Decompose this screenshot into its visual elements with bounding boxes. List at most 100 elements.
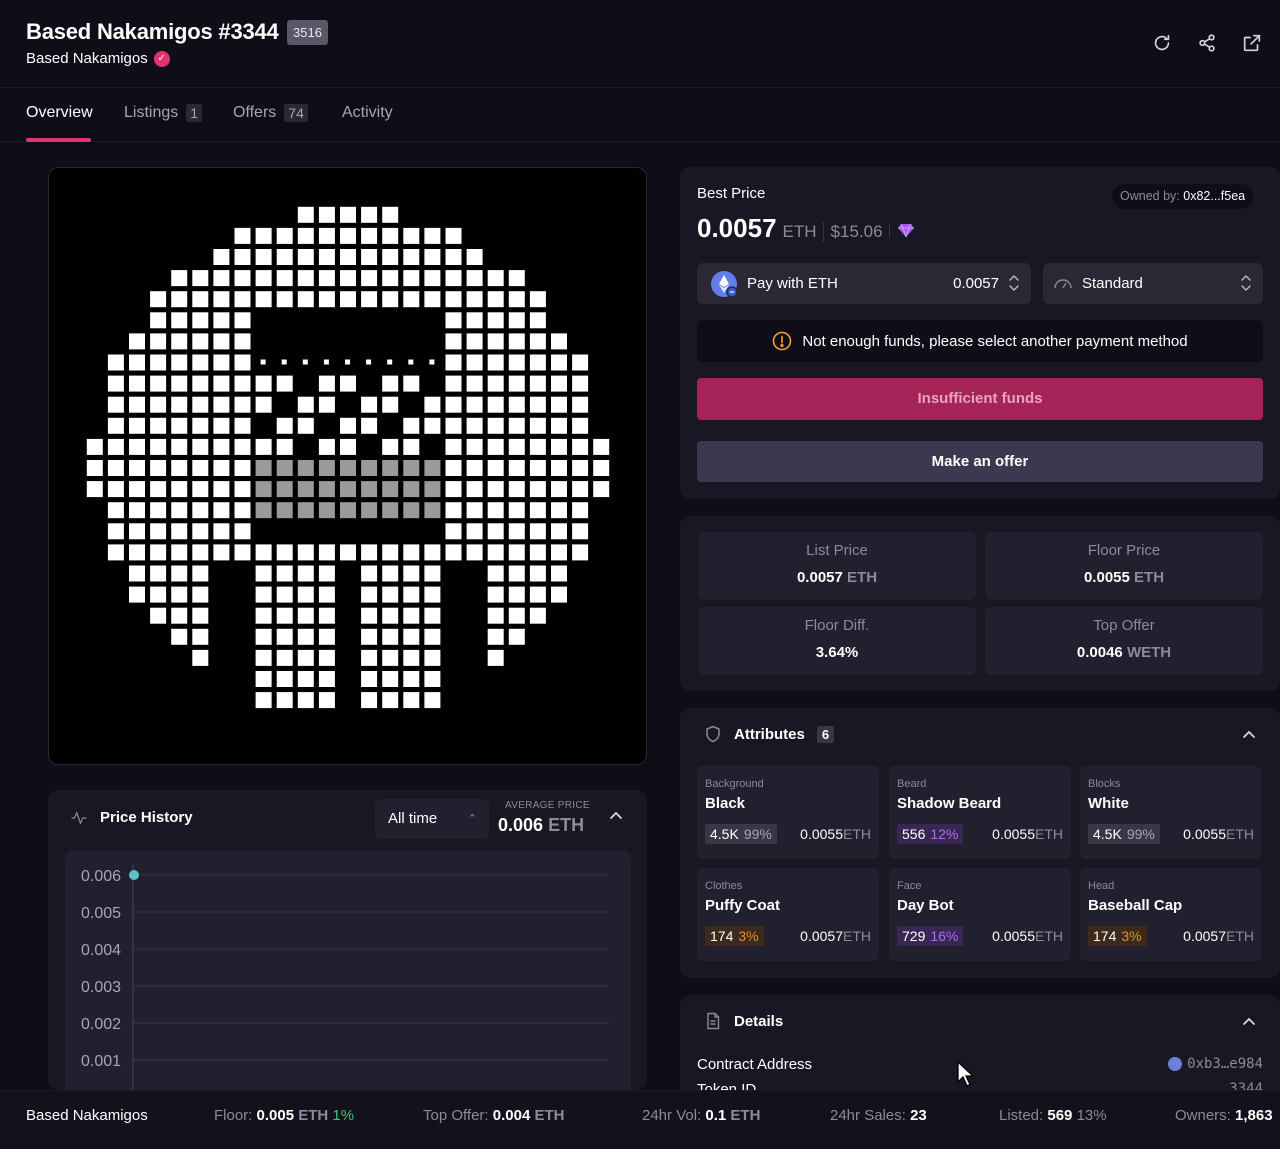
external-link-icon[interactable] [1241,32,1263,54]
pixel [171,502,188,519]
pixel [572,417,589,434]
tab-offers[interactable]: Offers 74 [233,104,308,122]
attribute-price: 0.0057 [800,928,843,944]
pixel [445,227,462,244]
make-offer-button[interactable]: Make an offer [697,441,1263,482]
refresh-icon[interactable] [1151,32,1173,54]
page-header: Based Nakamigos #3344 3516 Based Nakamig… [0,0,1280,88]
pixel [340,481,356,498]
tab-listings[interactable]: Listings 1 [124,104,203,122]
pixel [297,628,314,645]
pixel [318,671,335,687]
payment-method-select[interactable]: Pay with ETH 0.0057 [697,263,1031,304]
average-price-unit: ETH [548,815,585,835]
pixel [445,396,462,413]
contract-address-link[interactable]: 0xb3…e984 [1168,1056,1263,1072]
pixel [445,417,462,434]
pixel [192,396,209,413]
pixel [340,227,356,244]
pixel [466,291,483,308]
pixel [466,523,483,540]
price-line: 0.0057 ETH $15.06 [697,213,914,244]
pixel [445,523,462,540]
footer-unit: ETH [534,1107,565,1124]
attribute-head[interactable]: Head Baseball Cap 174 3% 0.0057ETH [1080,868,1262,961]
time-range-select[interactable]: All time ⌃ [375,799,489,839]
owner-badge[interactable]: Owned by: 0x82...f5ea [1112,184,1254,209]
chevron-up-icon[interactable] [608,808,624,824]
footer-change: 1% [332,1107,355,1124]
pixel [445,354,462,371]
chevron-up-icon[interactable] [1241,727,1257,743]
footer-value: 23 [910,1107,927,1124]
tab-overview[interactable]: Overview [26,104,93,122]
pixel [213,249,230,265]
pixel [424,227,441,244]
attribute-face[interactable]: Face Day Bot 729 16% 0.0055ETH [889,868,1071,961]
pixel [403,227,420,244]
pixel [551,438,567,455]
attribute-blocks[interactable]: Blocks White 4.5K 99% 0.0055ETH [1080,766,1262,859]
pixel [382,692,399,709]
pixel [445,438,462,455]
gas-speed-select[interactable]: Standard [1043,263,1263,304]
attributes-count: 6 [816,725,835,743]
pixel [382,607,399,624]
attributes-header[interactable]: Attributes 6 [704,725,835,743]
verified-icon: ✓ [153,50,170,67]
attribute-rarity: 174 3% [705,926,764,946]
data-point[interactable] [129,870,139,880]
pixel [361,417,378,434]
y-tick-label: 0.001 [81,1053,121,1070]
pixel [234,375,251,392]
footer-label: Listed: [999,1107,1044,1124]
attribute-type: Face [897,880,922,892]
pixel [340,460,356,476]
pixel [551,417,567,434]
pixel [403,649,420,666]
pixel [276,291,293,308]
share-icon[interactable] [1196,32,1218,54]
pixel [487,438,504,455]
pixel [150,312,167,329]
pixel [529,607,546,624]
collection-link[interactable]: Based Nakamigos ✓ [26,50,170,67]
pixel [508,481,525,498]
tab-activity[interactable]: Activity [342,104,393,122]
footer-value: 0.1 [705,1107,727,1124]
pixel [382,671,399,687]
eth-icon [711,271,738,298]
pixel [234,481,251,498]
pixel [382,628,399,645]
details-header[interactable]: Details [704,1012,783,1030]
attribute-floor: 0.0057ETH [800,926,871,946]
chevron-up-icon[interactable] [1241,1014,1257,1030]
pixel [593,481,610,498]
pixel [424,607,441,624]
attribute-unit: ETH [843,928,871,944]
pixel [529,291,546,308]
funds-warning-text: Not enough funds, please select another … [802,332,1188,350]
pixel [318,481,335,498]
footer-collection[interactable]: Based Nakamigos [26,1107,148,1124]
footer-sales: 24hr Sales: 23 [830,1107,927,1124]
pixel [150,375,167,392]
pixel [424,692,441,709]
attribute-clothes[interactable]: Clothes Puffy Coat 174 3% 0.0057ETH [697,868,879,961]
pixel [297,607,314,624]
attribute-rarity: 174 3% [1088,926,1147,946]
pixel [129,544,145,561]
attribute-beard[interactable]: Beard Shadow Beard 556 12% 0.0055ETH [889,766,1071,859]
pixel [171,586,188,603]
pixel [255,375,272,392]
pixel [572,438,589,455]
footer-unit: ETH [298,1107,329,1124]
pixel [445,544,462,561]
pixel [424,565,441,582]
pixel [466,438,483,455]
attribute-background[interactable]: Background Black 4.5K 99% 0.0055ETH [697,766,879,859]
tab-count: 1 [186,104,203,122]
attribute-count: 4.5K [710,826,739,842]
insufficient-funds-button[interactable]: Insufficient funds [697,378,1263,420]
pixel [529,481,546,498]
